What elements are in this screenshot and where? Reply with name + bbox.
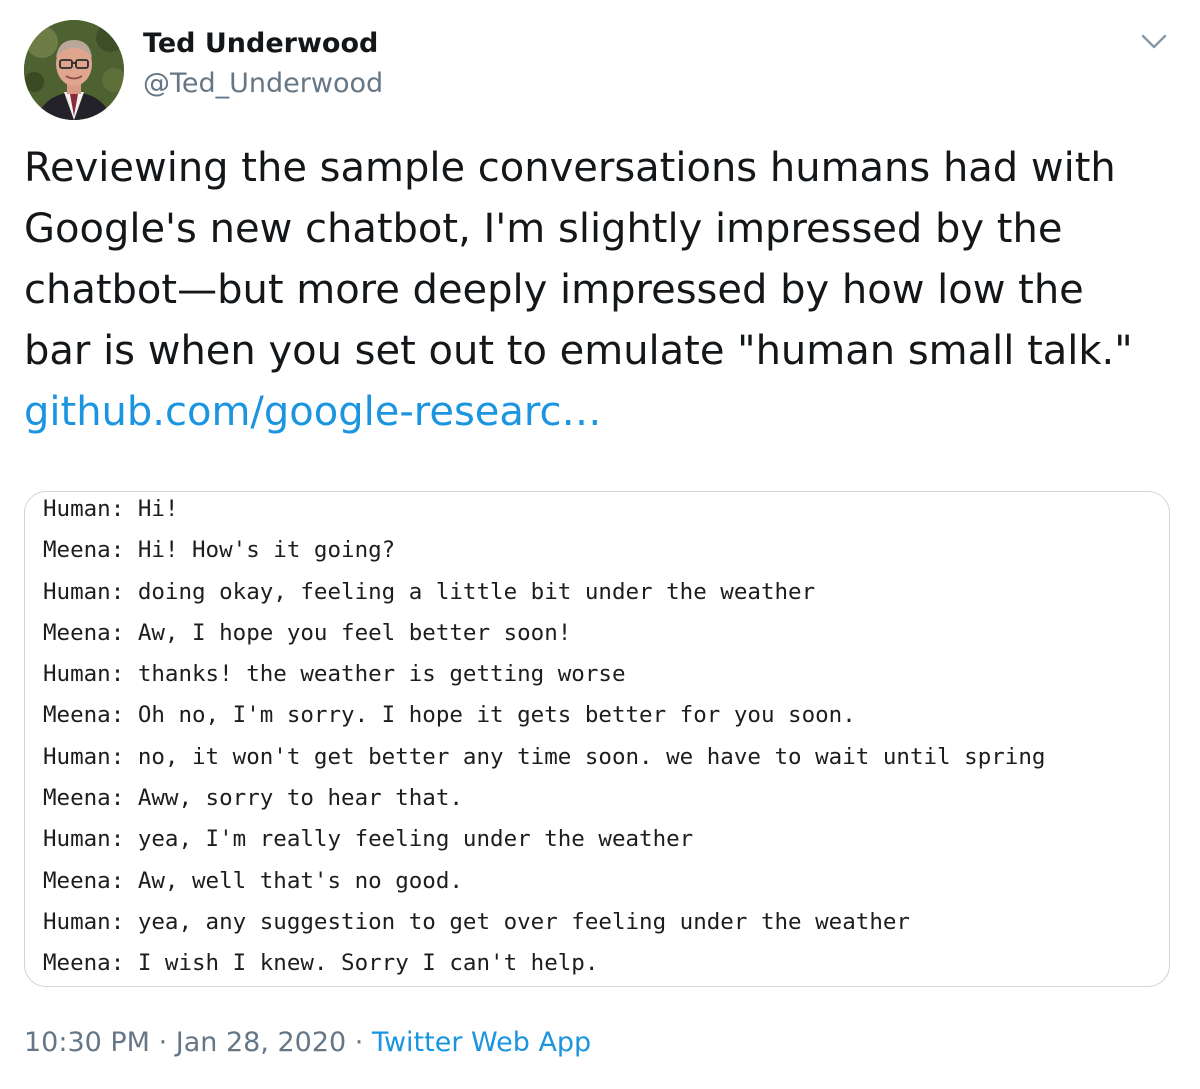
author-name[interactable]: Ted Underwood <box>143 28 378 59</box>
tweet-text-line: chatbot—but more deeply impressed by how… <box>24 267 1084 313</box>
speaker-label: Meena: <box>43 785 125 812</box>
utterance: Oh no, I'm sorry. I hope it gets better … <box>137 702 856 729</box>
utterance: yea, I'm really feeling under the weathe… <box>137 826 694 853</box>
separator: · <box>346 1027 372 1058</box>
transcript-line: Meena: Aw, I hope you feel better soon! <box>43 613 1045 654</box>
utterance: I wish I knew. Sorry I can't help. <box>137 950 599 977</box>
utterance: Hi! <box>137 496 179 522</box>
tweet-text-line: Google's new chatbot, I'm slightly impre… <box>24 206 1063 252</box>
conversation-transcript: Human: Hi! Meena: Hi! How's it going? Hu… <box>43 492 1045 985</box>
speaker-label: Human: <box>43 661 125 688</box>
speaker-label: Human: <box>43 826 125 853</box>
utterance: no, it won't get better any time soon. w… <box>137 743 1046 770</box>
speaker-label: Meena: <box>43 950 125 977</box>
transcript-line: Meena: Aw, well that's no good. <box>43 861 1045 902</box>
speaker-label: Meena: <box>43 702 125 729</box>
author-handle[interactable]: @Ted_Underwood <box>143 68 383 99</box>
tweet-card: Ted Underwood @Ted_Underwood Reviewing t… <box>0 0 1200 1089</box>
transcript-line: Human: thanks! the weather is getting wo… <box>43 654 1045 695</box>
transcript-line: Human: doing okay, feeling a little bit … <box>43 572 1045 613</box>
utterance: doing okay, feeling a little bit under t… <box>137 578 816 605</box>
utterance: yea, any suggestion to get over feeling … <box>137 908 910 935</box>
utterance: Hi! How's it going? <box>137 537 396 564</box>
utterance: Aw, I hope you feel better soon! <box>137 619 572 646</box>
tweet-link[interactable]: github.com/google-researc… <box>24 389 601 435</box>
utterance: Aw, well that's no good. <box>137 867 463 894</box>
speaker-label: Meena: <box>43 867 125 894</box>
speaker-label: Meena: <box>43 619 125 646</box>
utterance: Aww, sorry to hear that. <box>137 785 463 812</box>
avatar[interactable] <box>24 20 124 120</box>
tweet-source-link[interactable]: Twitter Web App <box>372 1027 591 1058</box>
attached-image[interactable]: Human: Hi! Meena: Hi! How's it going? Hu… <box>24 491 1170 987</box>
utterance: thanks! the weather is getting worse <box>137 661 626 688</box>
transcript-line: Human: yea, any suggestion to get over f… <box>43 902 1045 943</box>
tweet-text-line: Reviewing the sample conversations human… <box>24 145 1116 191</box>
speaker-label: Human: <box>43 496 125 522</box>
tweet-date[interactable]: Jan 28, 2020 <box>176 1027 346 1058</box>
avatar-image <box>24 20 124 120</box>
separator: · <box>149 1027 176 1058</box>
speaker-label: Human: <box>43 743 125 770</box>
transcript-line: Meena: Hi! How's it going? <box>43 530 1045 571</box>
transcript-line: Human: yea, I'm really feeling under the… <box>43 819 1045 860</box>
chevron-down-icon[interactable] <box>1138 26 1170 58</box>
speaker-label: Human: <box>43 908 125 935</box>
transcript-line: Human: Hi! <box>43 492 1045 530</box>
tweet-text-line: bar is when you set out to emulate "huma… <box>24 328 1133 374</box>
speaker-label: Human: <box>43 578 125 605</box>
tweet-metadata: 10:30 PM · Jan 28, 2020 · Twitter Web Ap… <box>24 1027 591 1058</box>
transcript-line: Meena: I wish I knew. Sorry I can't help… <box>43 943 1045 984</box>
tweet-time[interactable]: 10:30 PM <box>24 1027 150 1058</box>
transcript-line: Meena: Aww, sorry to hear that. <box>43 778 1045 819</box>
speaker-label: Meena: <box>43 537 125 564</box>
transcript-line: Meena: Oh no, I'm sorry. I hope it gets … <box>43 695 1045 736</box>
transcript-line: Human: no, it won't get better any time … <box>43 737 1045 778</box>
tweet-text: Reviewing the sample conversations human… <box>24 138 1184 443</box>
